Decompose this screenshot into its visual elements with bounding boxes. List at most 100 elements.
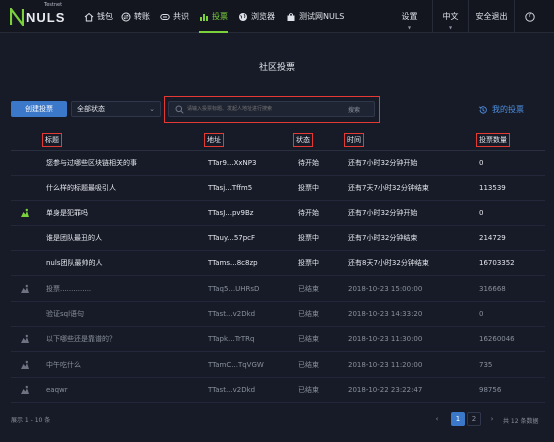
globe-icon [239,12,247,21]
table-row[interactable]: 以下哪些还是靠谱的？ TTapk...TrTRq 已结束 2018-10-23 … [11,327,545,352]
chevron-down-icon: ⌄ [149,105,155,113]
table-row[interactable]: nuls团队最帅的人 TTams...8c8zp 投票中 还有8天7小时32分钟… [11,251,545,276]
row-title: 谁是团队最丑的人 [46,234,102,242]
language-caret-icon: ▼ [448,25,453,30]
participated-icon [21,360,29,369]
row-address: TTar9...XxNP3 [208,159,257,167]
nav-transfer-label: 转账 [134,12,150,21]
row-votes: 214729 [479,234,506,242]
logout-label: 安全退出 [475,12,508,21]
table-row[interactable]: 单身是犯罪吗 TTasJ...pv9Bz 待开始 还有7小时32分钟开始 0 [11,201,545,226]
row-votes: 16703352 [479,259,515,267]
help-button[interactable]: ? [514,0,544,33]
testnet-badge: Testnet [44,2,63,8]
row-time: 2018-10-22 23:22:47 [348,386,423,394]
row-address: TTams...8c8zp [208,259,258,267]
my-votes-link[interactable]: 我的投票 [478,104,524,115]
row-status: 已结束 [298,361,319,369]
row-status: 待开始 [298,159,319,167]
language-menu[interactable]: 中文 ▼ [432,0,468,33]
table-row[interactable]: 投票.............. TTaq5...UHRsD 已结束 2018-… [11,277,545,302]
row-votes: 113539 [479,184,506,192]
settings-menu[interactable]: 设置 ▼ [387,0,432,33]
row-time: 2018-10-23 11:20:00 [348,361,423,369]
mine-vote-icon [21,208,29,217]
row-votes: 0 [479,209,484,217]
page-button-2[interactable]: 2 [467,412,481,426]
row-address: TTamC...TqVGW [208,361,264,369]
row-status: 投票中 [298,259,319,267]
nuls-logo-icon [10,8,24,26]
row-status: 已结束 [298,386,319,394]
row-votes: 98756 [479,386,502,394]
bag-icon [287,12,295,21]
row-title: 投票.............. [46,285,92,293]
create-vote-button[interactable]: 创建投票 [11,101,67,117]
table-row[interactable]: eaqwr TTast...v2Dkd 已结束 2018-10-22 23:22… [11,378,545,403]
nav-vote[interactable]: 投票 [199,0,228,33]
nav-wallet-label: 钱包 [97,12,113,21]
participated-icon [21,385,29,394]
table-row[interactable]: 什么样的标题最吸引人 TTasj...Tffm5 投票中 还有7天7小时32分钟… [11,176,545,201]
nav-explorer[interactable]: 浏览器 [238,0,275,33]
participated-icon [21,284,29,293]
logout-button[interactable]: 安全退出 [468,0,514,33]
prev-page-button[interactable]: ‹ [432,412,442,426]
table-row[interactable]: 谁是团队最丑的人 TTauy...57pcF 投票中 还有7小时32分钟结束 2… [11,226,545,251]
home-icon [84,12,94,21]
row-title: 以下哪些还是靠谱的？ [46,335,116,343]
nuls-logo[interactable]: NULS Testnet [10,2,66,27]
search-button[interactable]: 搜索 [348,105,360,114]
status-filter-value: 全部状态 [77,105,105,113]
table-row[interactable]: 中午吃什么 TTamC...TqVGW 已结束 2018-10-23 11:20… [11,353,545,378]
nav-consensus[interactable]: 共识 [160,0,189,33]
row-time: 还有8天7小时32分钟结束 [348,259,429,267]
row-title: 您参与过哪些区块链相关的事 [46,159,137,167]
nav-vote-label: 投票 [212,12,228,21]
column-header-votes: 投票数量 [476,133,510,147]
row-title: 单身是犯罪吗 [46,209,88,217]
table-row[interactable]: 您参与过哪些区块链相关的事 TTar9...XxNP3 待开始 还有7小时32分… [11,151,545,176]
settings-label: 设置 [401,12,418,21]
search-input[interactable] [187,103,337,115]
row-status: 投票中 [298,234,319,242]
nav-explorer-label: 浏览器 [251,12,275,21]
row-address: TTasj...Tffm5 [208,184,253,192]
my-votes-label: 我的投票 [492,105,524,114]
table-footer: 展示 1 - 10 条 ‹ 1 2 › 共 12 条数据 [0,403,554,435]
nav-transfer[interactable]: 转账 [121,0,150,33]
settings-caret-icon: ▼ [407,25,412,30]
nav-wallet[interactable]: 钱包 [84,0,113,33]
row-title: 中午吃什么 [46,361,81,369]
row-time: 2018-10-23 11:30:00 [348,335,423,343]
row-votes: 316668 [479,285,506,293]
nav-consensus-label: 共识 [173,12,189,21]
logo-text: NULS [26,9,66,25]
next-page-button[interactable]: › [487,412,497,426]
row-address: TTast...v2Dkd [208,310,256,318]
row-status: 待开始 [298,209,319,217]
row-title: 验证sql语句 [46,310,85,318]
transfer-icon [121,12,131,21]
status-filter-select[interactable]: 全部状态 ⌄ [71,101,161,117]
vote-chart-icon [200,13,208,21]
row-title: 什么样的标题最吸引人 [46,184,116,192]
search-icon [175,105,184,114]
nav-testnet-nuls[interactable]: 测试网NULS [286,0,344,33]
search-bar: 搜索 [168,101,375,117]
row-time: 还有7小时32分钟结束 [348,234,418,242]
top-navigation-bar: NULS Testnet 钱包 转账 共识 投票 浏览器 测试网NULS 设置 … [0,0,554,33]
row-status: 投票中 [298,184,319,192]
row-votes: 0 [479,310,484,318]
table-row[interactable]: 验证sql语句 TTast...v2Dkd 已结束 2018-10-23 14:… [11,302,545,327]
column-header-status: 状态 [293,133,313,147]
row-title: nuls团队最帅的人 [46,259,103,267]
row-votes: 0 [479,159,484,167]
row-address: TTapk...TrTRq [208,335,255,343]
column-header-time: 时间 [344,133,364,147]
row-address: TTauy...57pcF [208,234,256,242]
row-votes: 16260046 [479,335,515,343]
page-button-1[interactable]: 1 [451,412,465,426]
row-time: 还有7小时32分钟开始 [348,209,418,217]
column-header-title: 标题 [42,133,62,147]
